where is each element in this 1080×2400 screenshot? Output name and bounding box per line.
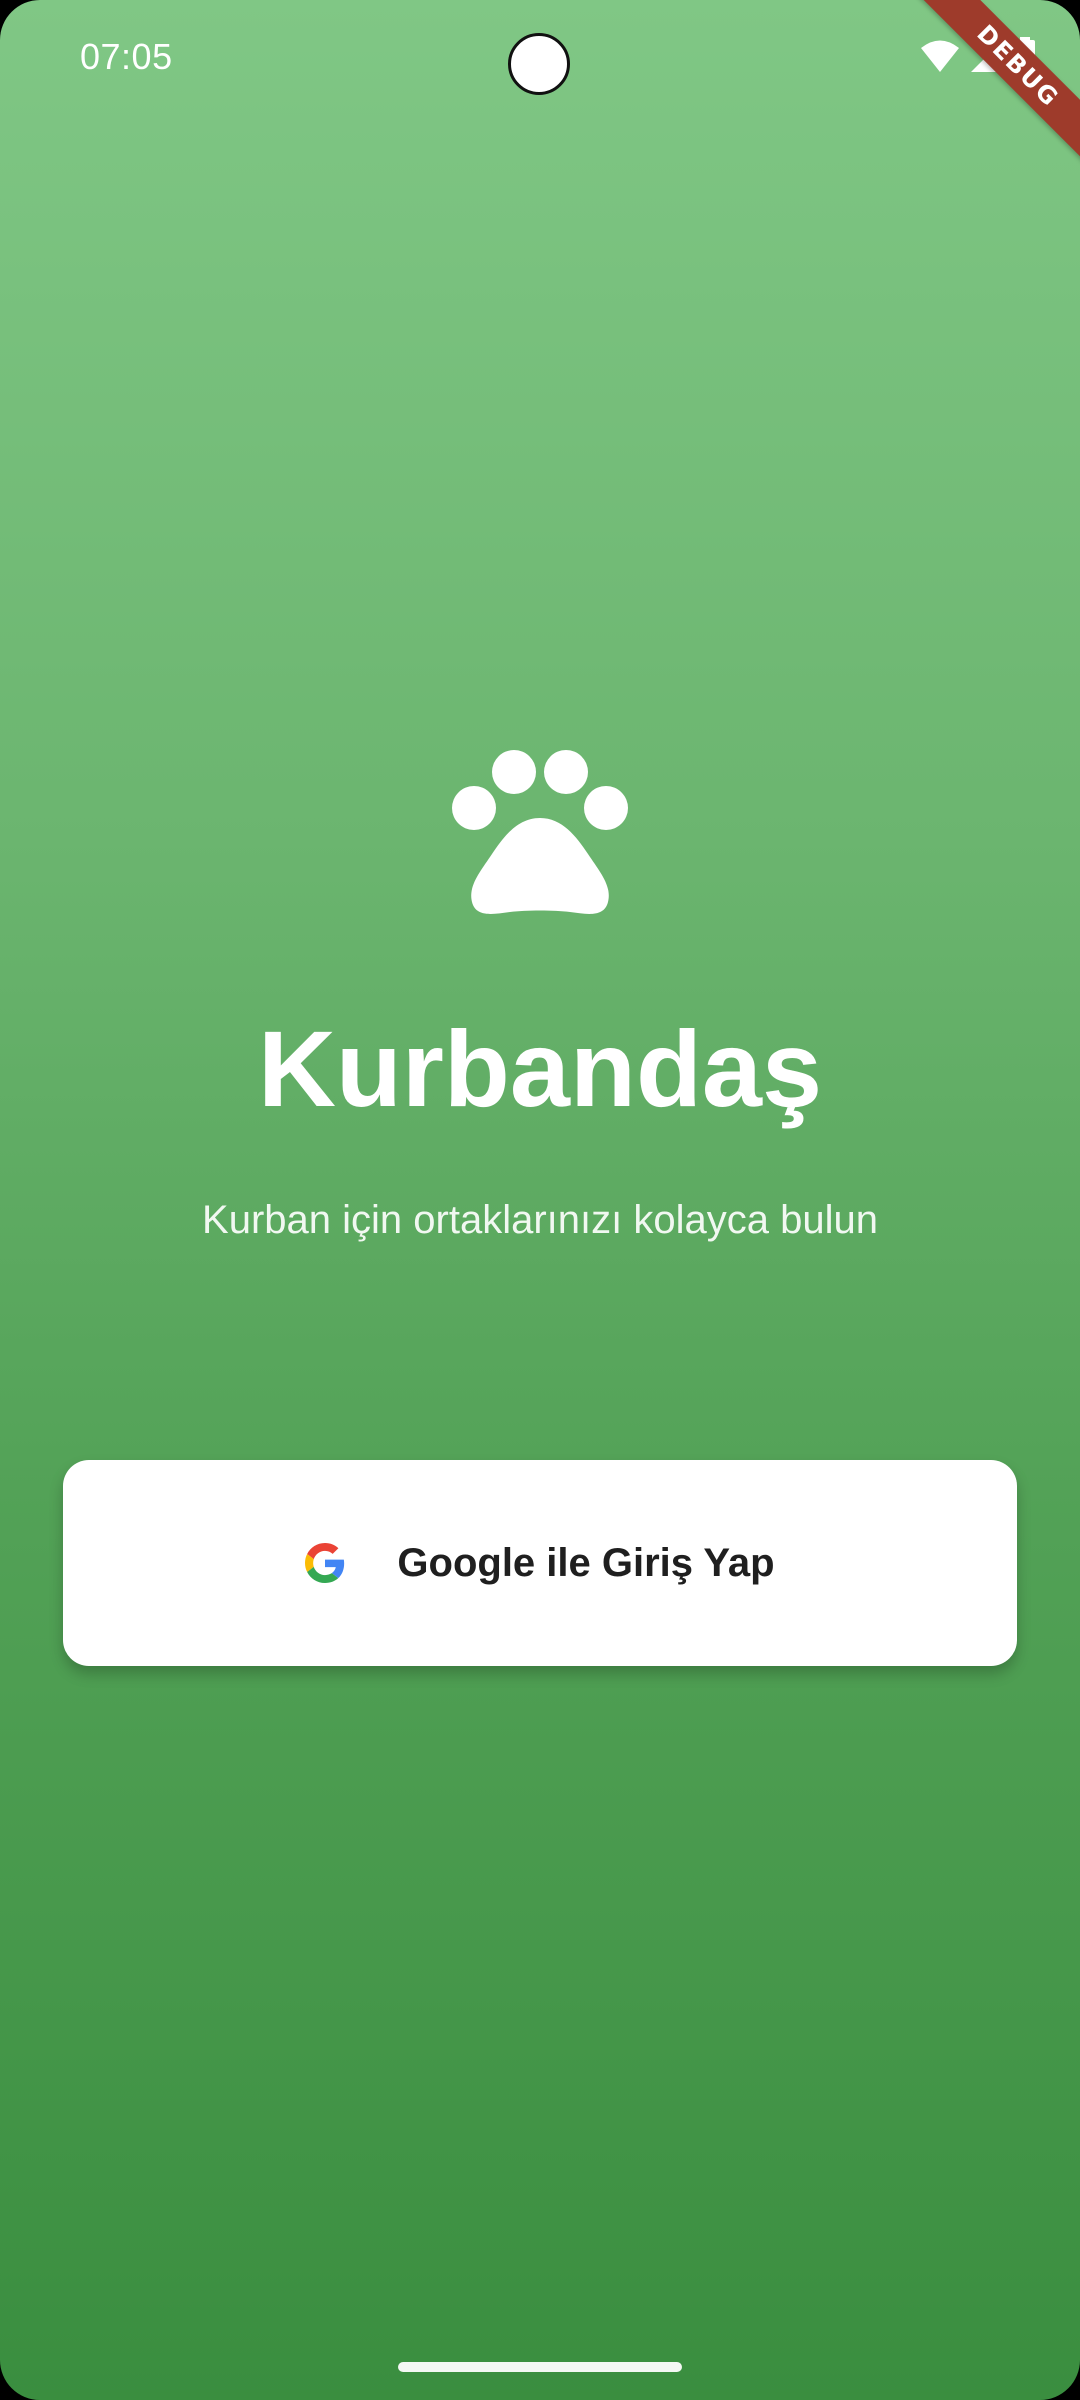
camera-cutout [508, 33, 570, 95]
app-subtitle: Kurban için ortaklarınızı kolayca bulun [202, 1198, 878, 1242]
login-screen: 07:05 DEBUG Kurbandaş Kurban için ortakl… [0, 0, 1080, 2400]
wifi-icon [921, 40, 959, 72]
paw-icon [452, 750, 628, 914]
google-g-icon [305, 1543, 345, 1583]
google-sign-in-button[interactable]: Google ile Giriş Yap [63, 1460, 1017, 1666]
home-indicator[interactable] [398, 2362, 682, 2372]
app-title: Kurbandaş [257, 1008, 823, 1129]
google-sign-in-label: Google ile Giriş Yap [397, 1540, 775, 1585]
status-time: 07:05 [80, 36, 173, 77]
status-bar: 07:05 [0, 0, 1080, 120]
